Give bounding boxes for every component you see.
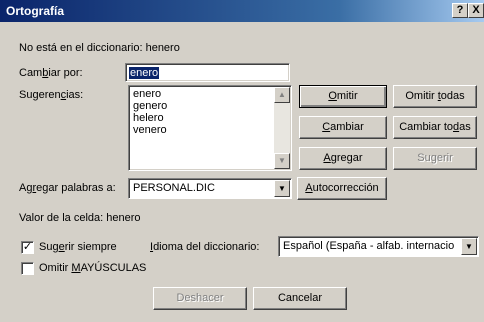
add-words-to-label: Agregar palabras a: [19, 182, 116, 194]
cell-value-line: Valor de la celda: henero [19, 212, 141, 224]
scroll-up-icon[interactable]: ▲ [274, 87, 290, 103]
change-to-input[interactable]: enero [125, 63, 290, 82]
suggestions-label: Sugerencias: [19, 89, 84, 101]
cell-value-label: Valor de la celda: [19, 212, 104, 224]
change-to-label: Cambiar por: [19, 67, 83, 79]
cell-value-word: henero [106, 212, 141, 224]
ignore-button[interactable]: Omitir [299, 85, 387, 108]
add-button[interactable]: Agregar [299, 147, 387, 170]
add-words-to-select[interactable]: PERSONAL.DIC ▼ [128, 178, 292, 199]
scroll-down-icon[interactable]: ▼ [274, 153, 290, 169]
not-in-dictionary-line: No está en el diccionario: henero [19, 42, 180, 54]
ignore-uppercase-label: Omitir MAYÚSCULAS [39, 262, 147, 274]
close-button[interactable]: X [468, 3, 484, 18]
suggestions-list[interactable]: enero genero helero venero ▲ ▼ [128, 85, 292, 171]
dialog-title: Ortografía [6, 4, 65, 18]
chevron-down-icon[interactable]: ▼ [461, 238, 477, 255]
suggestions-scrollbar[interactable]: ▲ ▼ [274, 87, 290, 169]
change-all-button[interactable]: Cambiar todas [393, 116, 477, 139]
not-in-dictionary-label: No está en el diccionario: [19, 42, 143, 54]
always-suggest-checkbox[interactable]: ✓ [21, 241, 34, 254]
suggestion-item[interactable]: venero [133, 124, 167, 136]
dictionary-language-value: Español (España - alfab. internacio [283, 240, 455, 252]
suggestion-item[interactable]: helero [133, 112, 167, 124]
suggest-button[interactable]: Sugerir [393, 147, 477, 170]
ignore-all-button[interactable]: Omitir todas [393, 85, 477, 108]
cancel-button[interactable]: Cancelar [253, 287, 347, 310]
add-words-to-value: PERSONAL.DIC [133, 182, 215, 194]
always-suggest-label: Sugerir siempre [39, 241, 117, 253]
help-button[interactable]: ? [452, 3, 468, 18]
ignore-uppercase-checkbox[interactable] [21, 262, 34, 275]
autocorrect-button[interactable]: Autocorrección [297, 177, 387, 200]
dictionary-language-label: Idioma del diccionario: [150, 241, 260, 253]
dictionary-language-select[interactable]: Español (España - alfab. internacio ▼ [278, 236, 479, 257]
change-to-value: enero [129, 67, 160, 79]
change-button[interactable]: Cambiar [299, 116, 387, 139]
suggestion-item[interactable]: genero [133, 100, 167, 112]
not-in-dictionary-word: henero [145, 42, 180, 54]
chevron-down-icon[interactable]: ▼ [274, 180, 290, 197]
title-bar[interactable]: Ortografía ? X [0, 0, 484, 22]
spelling-dialog: Ortografía ? X No está en el diccionario… [0, 0, 484, 322]
suggestion-item[interactable]: enero [133, 88, 167, 100]
undo-button[interactable]: Deshacer [153, 287, 247, 310]
